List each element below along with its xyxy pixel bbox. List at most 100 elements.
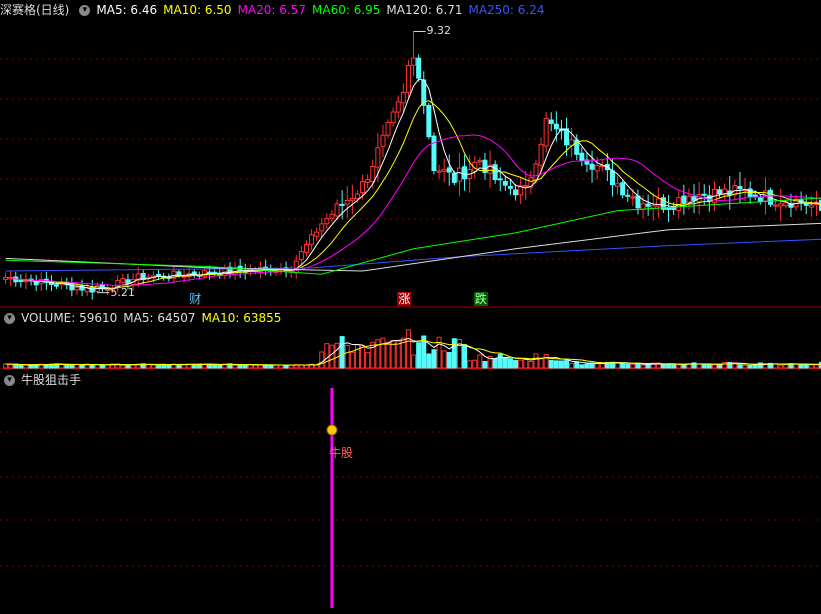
volume-bar bbox=[502, 356, 508, 369]
volume-bar bbox=[681, 363, 687, 369]
candle-body bbox=[365, 179, 371, 183]
volume-bar bbox=[13, 363, 19, 369]
candle-body bbox=[360, 181, 366, 194]
volume-bar bbox=[660, 364, 666, 369]
volume-bar bbox=[64, 364, 70, 369]
volume-bar bbox=[548, 359, 554, 369]
signal-label: 牛股 bbox=[328, 446, 353, 460]
low-price-label: 5.21 bbox=[110, 285, 135, 299]
volume-bar bbox=[120, 364, 126, 369]
candle-body bbox=[635, 195, 641, 209]
candle-body bbox=[456, 167, 462, 182]
volume-bar bbox=[711, 364, 717, 369]
volume-bar bbox=[451, 338, 457, 369]
collapse-icon[interactable]: ▾ bbox=[79, 5, 91, 16]
volume-bar bbox=[303, 364, 309, 369]
volume-bar bbox=[737, 364, 743, 369]
news-tag-cai[interactable]: 财 bbox=[188, 292, 202, 306]
volume-bar bbox=[722, 361, 728, 369]
volume-bar bbox=[105, 364, 111, 369]
volume-bar bbox=[778, 364, 784, 369]
candle-body bbox=[594, 165, 600, 172]
candle-body bbox=[650, 205, 656, 209]
volume-bar bbox=[742, 364, 748, 369]
volume-bar bbox=[329, 344, 335, 369]
candle-body bbox=[671, 207, 677, 211]
volume-bar bbox=[630, 363, 636, 369]
candle-body bbox=[681, 195, 687, 204]
candle-body bbox=[303, 244, 309, 253]
volume-bar bbox=[89, 364, 95, 369]
volume-bar bbox=[533, 353, 539, 369]
candle-body bbox=[676, 197, 682, 211]
news-tag-zhang[interactable]: 涨 bbox=[397, 292, 412, 306]
collapse-icon[interactable]: ▾ bbox=[4, 375, 15, 386]
volume-bars bbox=[3, 329, 821, 369]
candle-body bbox=[436, 170, 442, 173]
volume-bar bbox=[125, 364, 131, 369]
candle-body bbox=[564, 128, 570, 146]
volume-bar bbox=[370, 341, 376, 369]
candle-body bbox=[553, 123, 559, 130]
volume-header: ▾ VOLUME: 59610 MA5: 64507 MA10: 63855 bbox=[0, 308, 293, 328]
volume-bar bbox=[426, 353, 432, 369]
volume-bar bbox=[523, 358, 529, 369]
candle-body bbox=[69, 283, 75, 291]
volume-bar bbox=[212, 363, 218, 369]
volume-bar bbox=[569, 362, 575, 369]
candle-body bbox=[507, 186, 513, 189]
volume-bar bbox=[247, 364, 253, 369]
volume-bar bbox=[23, 364, 29, 369]
news-tag-die[interactable]: 跌 bbox=[473, 292, 488, 306]
candle-body bbox=[105, 288, 111, 291]
candle-body bbox=[339, 203, 345, 206]
volume-bar bbox=[446, 351, 452, 369]
signal-coin bbox=[326, 424, 338, 436]
volume-bar bbox=[671, 363, 677, 369]
volume-bar bbox=[640, 364, 646, 369]
volume-bar bbox=[645, 363, 651, 369]
candle-body bbox=[125, 279, 131, 284]
volume-bar bbox=[472, 359, 478, 369]
ma-legend-item: MA20: 6.57 bbox=[237, 3, 306, 17]
candle-body bbox=[548, 119, 554, 124]
volume-bar bbox=[676, 364, 682, 369]
ma250-line bbox=[5, 238, 821, 272]
volume-bar bbox=[69, 364, 75, 369]
volume-bar bbox=[482, 361, 488, 369]
candle-body bbox=[462, 166, 468, 180]
candle-body bbox=[497, 178, 503, 181]
stock-chart-canvas bbox=[0, 30, 821, 608]
candle-body bbox=[615, 183, 621, 187]
volume-bar bbox=[395, 340, 401, 369]
volume-bar bbox=[706, 364, 712, 369]
candle-body bbox=[625, 194, 631, 197]
volume-bar bbox=[477, 354, 483, 369]
high-price-label: 9.32 bbox=[426, 24, 452, 38]
candle-body bbox=[686, 195, 692, 203]
volume-bar bbox=[701, 363, 707, 369]
volume-bar bbox=[808, 364, 814, 369]
volume-bar bbox=[436, 336, 442, 369]
volume-bar bbox=[803, 364, 809, 369]
candle-body bbox=[492, 164, 498, 181]
volume-bar bbox=[242, 364, 248, 369]
candle-body bbox=[701, 193, 707, 196]
candle-body bbox=[426, 104, 432, 138]
candle-body bbox=[156, 273, 162, 276]
volume-bar bbox=[558, 360, 564, 369]
candle-body bbox=[314, 231, 320, 237]
candle-body bbox=[375, 147, 381, 168]
candle-body bbox=[390, 111, 396, 124]
collapse-icon[interactable]: ▾ bbox=[4, 313, 15, 324]
volume-bar bbox=[584, 363, 590, 369]
candle-body bbox=[400, 91, 406, 104]
volume-bar bbox=[467, 360, 473, 369]
candle-body bbox=[691, 196, 697, 201]
candle-body bbox=[334, 203, 340, 217]
volume-bar bbox=[156, 364, 162, 369]
candle-body bbox=[773, 204, 779, 207]
candle-body bbox=[120, 278, 126, 283]
volume-bar bbox=[518, 359, 524, 369]
candle-body bbox=[543, 118, 549, 147]
